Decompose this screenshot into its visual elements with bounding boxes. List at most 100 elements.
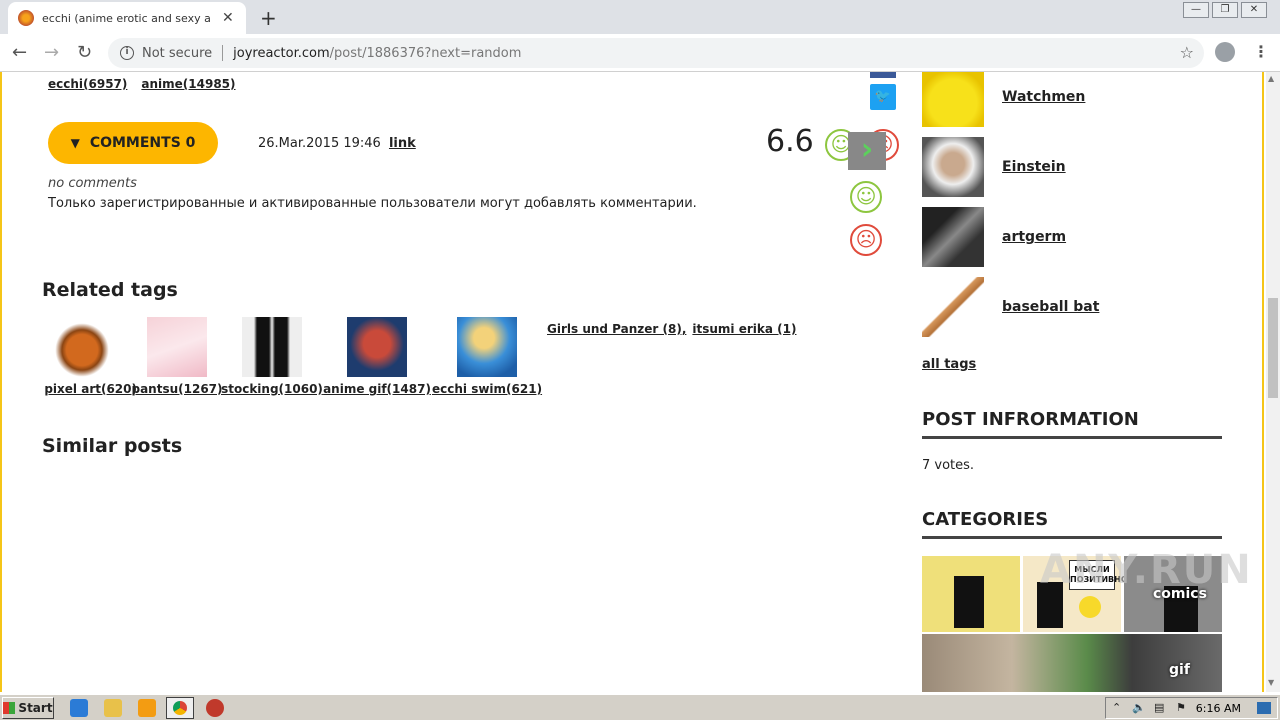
post-rating: 6.6 (766, 124, 814, 159)
system-tray: ⌃ 🔈 ▤ ⚑ 6:16 AM (1105, 697, 1278, 719)
sidebar-tag-label[interactable]: Watchmen (1002, 89, 1085, 105)
scroll-thumb[interactable] (1268, 298, 1278, 398)
related-tag-label[interactable]: pantsu(1267) (122, 382, 232, 396)
page-viewport: ecchi(6957) anime(14985) 🐦 ▼ COMMENTS 0 … (0, 72, 1266, 692)
einstein-thumbnail (922, 137, 984, 197)
chrome-taskbar-button[interactable] (166, 697, 194, 719)
category-label-gif[interactable]: gif (1169, 662, 1190, 678)
not-secure-label: Not secure (142, 45, 213, 61)
reload-icon[interactable]: ↻ (77, 42, 92, 63)
scroll-up-icon[interactable]: ▲ (1268, 74, 1274, 83)
sidebar-tag-watchmen[interactable]: Watchmen (922, 72, 1085, 127)
ie-icon[interactable] (70, 699, 88, 717)
comment-vote-up-icon[interactable]: ☺ (850, 181, 882, 213)
tag-link-itsumi-erika[interactable]: itsumi erika (1) (692, 322, 796, 336)
tag-link-anime[interactable]: anime(14985) (141, 77, 235, 91)
minimize-icon[interactable]: — (1183, 2, 1209, 18)
twitter-share-icon[interactable]: 🐦 (870, 84, 896, 110)
menu-dots-icon[interactable]: ⋮ (1253, 42, 1269, 61)
tray-expand-icon[interactable]: ⌃ (1112, 701, 1121, 714)
related-tag-stocking[interactable]: stocking(1060) (217, 317, 327, 396)
comment-vote-down-icon[interactable]: ☹ (850, 224, 882, 256)
anyrun-watermark: ANY.RUN (1040, 547, 1253, 593)
baseball-bat-thumbnail (922, 277, 984, 337)
explorer-folder-icon[interactable] (104, 699, 122, 717)
close-tab-icon[interactable]: ✕ (222, 10, 234, 26)
network-icon[interactable]: ▤ (1154, 701, 1164, 714)
windows-taskbar: Start ⌃ 🔈 ▤ ⚑ 6:16 AM (0, 694, 1280, 720)
media-player-icon[interactable] (138, 699, 156, 717)
pantsu-thumbnail (147, 317, 207, 377)
tag-link-ecchi[interactable]: ecchi(6957) (48, 77, 127, 91)
url-path: /post/1886376?next=random (329, 45, 522, 61)
url-host: joyreactor.com (233, 45, 330, 61)
volume-icon[interactable]: 🔈 (1132, 701, 1146, 714)
facebook-share-icon[interactable] (870, 72, 896, 78)
site-favicon-icon (18, 10, 34, 26)
info-icon[interactable]: i (120, 46, 134, 60)
browser-toolbar: ← → ↻ i Not secure joyreactor.com/post/1… (0, 34, 1280, 72)
post-info-heading: POST INFRORMATION (922, 409, 1222, 439)
pixel-art-thumbnail (52, 317, 112, 377)
related-tags-heading: Related tags (42, 279, 178, 301)
related-tag-label[interactable]: ecchi swim(621) (432, 382, 542, 396)
tab-title: ecchi (anime erotic and sexy anime g (42, 11, 210, 25)
close-window-icon[interactable]: ✕ (1241, 2, 1267, 18)
sidebar-tag-baseball-bat[interactable]: baseball bat (922, 277, 1099, 337)
post-permalink[interactable]: link (389, 136, 416, 151)
sidebar-tag-label[interactable]: Einstein (1002, 159, 1066, 175)
scroll-down-icon[interactable]: ▼ (1268, 678, 1274, 687)
no-comments-text: no comments (48, 176, 137, 191)
chevron-down-icon: ▼ (70, 136, 80, 150)
category-image-comics-1[interactable] (922, 556, 1020, 632)
related-tag-label[interactable]: anime gif(1487) (322, 382, 432, 396)
frame-border-left (0, 72, 2, 692)
forward-icon[interactable]: → (44, 42, 59, 63)
back-icon[interactable]: ← (12, 42, 27, 63)
omnibox-divider (222, 45, 224, 61)
browser-tab[interactable]: ecchi (anime erotic and sexy anime g ✕ (8, 2, 246, 34)
window-controls: — ❐ ✕ (1180, 0, 1267, 18)
post-date-text: 26.Mar.2015 19:46 (258, 136, 381, 151)
comments-label: COMMENTS 0 (89, 135, 196, 151)
smiley-sun-icon (1079, 596, 1101, 618)
warning-app-icon[interactable] (206, 699, 224, 717)
profile-avatar-icon[interactable] (1215, 42, 1235, 62)
similar-posts-heading: Similar posts (42, 435, 183, 457)
address-bar[interactable]: i Not secure joyreactor.com/post/1886376… (108, 38, 1204, 68)
tab-strip: ecchi (anime erotic and sexy anime g ✕ +… (0, 0, 1280, 34)
related-tag-label[interactable]: pixel art(620) (27, 382, 137, 396)
sidebar-tag-label[interactable]: artgerm (1002, 229, 1066, 245)
related-tag-pixel-art[interactable]: pixel art(620) (27, 317, 137, 396)
windows-flag-icon (3, 702, 16, 714)
comments-button[interactable]: ▼ COMMENTS 0 (48, 122, 218, 164)
sidebar-tag-label[interactable]: baseball bat (1002, 299, 1099, 315)
tag-link-girls-und-panzer[interactable]: Girls und Panzer (8), (547, 322, 686, 336)
anime-gif-thumbnail (347, 317, 407, 377)
taskbar-clock: 6:16 AM (1195, 702, 1241, 715)
chrome-icon (173, 701, 187, 715)
post-tags: ecchi(6957) anime(14985) (48, 77, 236, 91)
next-post-arrow-icon[interactable]: › (848, 132, 886, 170)
artgerm-thumbnail (922, 207, 984, 267)
related-tag-label[interactable]: stocking(1060) (217, 382, 327, 396)
new-tab-icon[interactable]: + (260, 6, 277, 30)
start-label: Start (18, 701, 53, 715)
all-tags-link[interactable]: all tags (922, 357, 976, 372)
show-desktop-icon[interactable] (1257, 702, 1271, 714)
categories-heading: CATEGORIES (922, 509, 1222, 539)
sidebar-tag-artgerm[interactable]: artgerm (922, 207, 1066, 267)
page-scrollbar[interactable]: ▲ ▼ (1266, 72, 1280, 692)
restore-icon[interactable]: ❐ (1212, 2, 1238, 18)
ecchi-swim-thumbnail (457, 317, 517, 377)
start-button[interactable]: Start (2, 697, 54, 719)
related-tag-anime-gif[interactable]: anime gif(1487) (322, 317, 432, 396)
action-center-flag-icon[interactable]: ⚑ (1176, 701, 1186, 714)
related-tag-ecchi-swim[interactable]: ecchi swim(621) (432, 317, 542, 396)
stocking-thumbnail (242, 317, 302, 377)
frame-border-right (1262, 72, 1264, 692)
related-tag-pantsu[interactable]: pantsu(1267) (122, 317, 232, 396)
bookmark-star-icon[interactable]: ☆ (1180, 43, 1194, 62)
sidebar-tag-einstein[interactable]: Einstein (922, 137, 1066, 197)
watchmen-thumbnail (922, 72, 984, 127)
